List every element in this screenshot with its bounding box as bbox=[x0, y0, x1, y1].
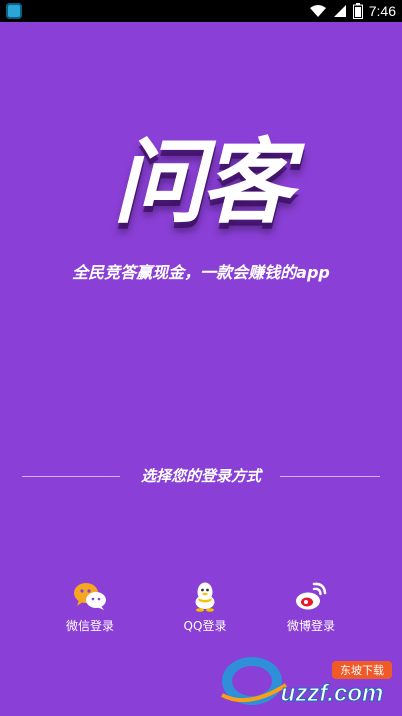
qq-icon bbox=[195, 582, 215, 612]
wechat-login-label: 微信登录 bbox=[65, 619, 114, 633]
status-right: 7:46 bbox=[309, 2, 396, 20]
wechat-login-button[interactable]: 微信登录 bbox=[42, 580, 138, 640]
site-watermark: 东坡下载 uzzf.com bbox=[221, 657, 392, 708]
wechat-icon bbox=[74, 583, 106, 610]
weibo-login-label: 微博登录 bbox=[286, 619, 335, 633]
app-title-logo: 问客 bbox=[112, 129, 293, 236]
status-time: 7:46 bbox=[368, 3, 396, 19]
battery-icon bbox=[352, 3, 363, 19]
weibo-login-button[interactable]: 微博登录 bbox=[263, 580, 359, 640]
status-bar: 7:46 bbox=[0, 0, 402, 22]
login-prompt: 选择您的登录方式 bbox=[140, 467, 261, 485]
divider-right bbox=[280, 476, 380, 477]
weibo-icon bbox=[296, 582, 327, 610]
watermark-text: uzzf.com bbox=[281, 680, 384, 707]
divider-left bbox=[22, 476, 120, 477]
watermark-badge: 东坡下载 bbox=[340, 664, 384, 677]
signal-icon bbox=[333, 5, 346, 17]
slogan: 全民竞答赢现金，一款会赚钱的app bbox=[72, 263, 330, 282]
qq-login-label: QQ登录 bbox=[183, 619, 227, 633]
wifi-icon bbox=[309, 5, 326, 17]
app-notification-icon bbox=[6, 3, 22, 19]
qq-login-button[interactable]: QQ登录 bbox=[157, 580, 253, 640]
